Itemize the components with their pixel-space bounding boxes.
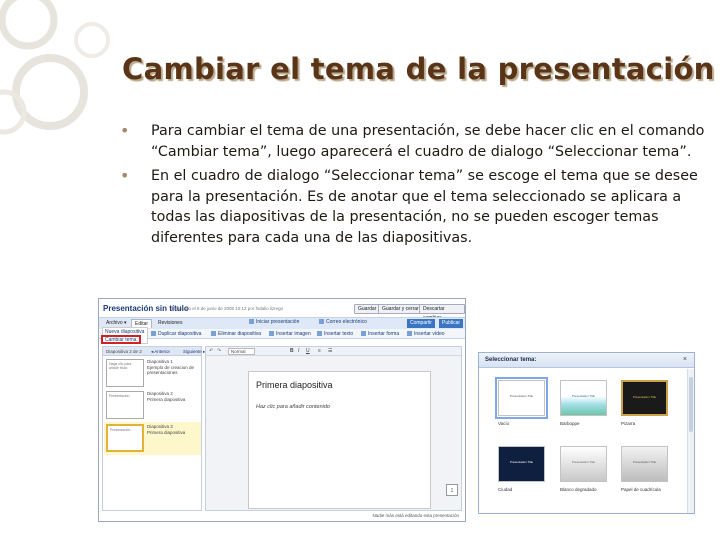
duplicate-slide-button[interactable]: Duplicar diapositiva xyxy=(151,331,201,337)
dialog-header: Seleccionar tema: × xyxy=(479,353,694,368)
insert-text-button[interactable]: Insertar texto xyxy=(317,331,353,337)
start-presentation-button[interactable]: Iniciar presentación xyxy=(249,319,299,325)
dialog-title: Seleccionar tema: xyxy=(485,357,537,363)
insert-image-button[interactable]: Insertar imagen xyxy=(269,331,311,337)
email-button[interactable]: Correo electrónico xyxy=(319,319,367,325)
publish-button[interactable]: Publicar xyxy=(439,319,464,328)
discard-changes-button[interactable]: Descartar cambios xyxy=(419,304,465,321)
slide-label: Diapositiva 1 xyxy=(147,359,173,364)
theme-name: Vacío xyxy=(498,421,510,426)
bullet-text: En el cuadro de dialogo “Seleccionar tem… xyxy=(151,168,698,246)
presentation-editor-screenshot: Presentación sin título Guardado el 8 de… xyxy=(98,298,466,522)
italic-icon[interactable]: I xyxy=(298,348,299,354)
align-icon[interactable]: ≡ xyxy=(318,348,321,354)
bullet-list: • Para cambiar el tema de una presentaci… xyxy=(118,121,718,252)
collaboration-status: Nadie más está editando esta presentació… xyxy=(372,513,459,518)
next-slide-button[interactable]: Siguiente ▸ xyxy=(183,349,205,355)
slide-caption: Ejemplo de creacion de presentaciones xyxy=(147,365,195,375)
slide-counter: Diapositiva 2 de 2 xyxy=(106,349,142,354)
slide-title: Cambiar el tema de la presentación xyxy=(122,52,715,86)
slide-thumbnail-selected[interactable]: Presentación xyxy=(106,424,144,452)
theme-name: Pizarra xyxy=(621,421,636,426)
scrollbar-thumb[interactable] xyxy=(689,377,693,432)
share-button[interactable]: Compartir xyxy=(407,319,435,328)
theme-thumbnail-text: Presentation Title xyxy=(571,460,596,464)
font-style-select[interactable]: Normal xyxy=(228,348,255,355)
list-icon[interactable]: ☰ xyxy=(328,348,332,354)
slide-caption: Primera diapositiva xyxy=(147,430,186,435)
bold-icon[interactable]: B xyxy=(290,348,294,354)
bullet-text: Para cambiar el tema de una presentación… xyxy=(151,123,705,160)
theme-thumbnail-text: Presentation Title xyxy=(632,395,657,399)
slide-canvas[interactable]: Primera diapositiva Haz clic para añadir… xyxy=(248,371,431,509)
slide-caption: Primera diapositiva xyxy=(147,397,186,402)
slide-label: Diapositiva 3 xyxy=(147,424,173,429)
redo-icon[interactable]: ↷ xyxy=(217,348,221,354)
dialog-scrollbar[interactable] xyxy=(687,369,694,513)
bullet-icon: • xyxy=(120,166,130,185)
editor-saved-status: Guardado el 8 de junio de 2008 10:12 por… xyxy=(171,306,284,311)
theme-thumbnail-text: Presentation Title xyxy=(509,460,534,464)
undo-icon[interactable]: ↶ xyxy=(209,348,213,354)
close-icon[interactable]: × xyxy=(683,356,687,363)
tab-revisions[interactable]: Revisiones xyxy=(155,319,185,328)
theme-name: Papel de cuadrícula xyxy=(621,487,661,492)
bullet-icon: • xyxy=(120,121,130,140)
slide-thumbnail-text: Presentación xyxy=(109,394,130,398)
theme-name: Blanco degradado xyxy=(560,487,597,492)
change-theme-highlight xyxy=(101,335,141,344)
save-button[interactable]: Guardar xyxy=(354,304,381,314)
bullet-item: • Para cambiar el tema de una presentaci… xyxy=(118,121,718,162)
theme-name: Ciudad xyxy=(498,487,513,492)
previous-slide-button[interactable]: ◂ Anterior xyxy=(151,349,170,355)
theme-name: Barboppe xyxy=(560,421,580,426)
theme-thumbnail-text: Presentation Title xyxy=(571,394,596,398)
slide-canvas-area: ↶ ↷ Normal B I U ≡ ☰ Primera diapositiva… xyxy=(205,346,462,511)
theme-thumbnail[interactable]: Presentation Title xyxy=(560,446,607,482)
delete-slide-button[interactable]: Eliminar diapositiva xyxy=(211,331,261,337)
slide-thumbnail[interactable]: Presentación xyxy=(106,391,144,419)
slide-label: Diapositiva 2 xyxy=(147,391,173,396)
decorative-circles xyxy=(0,0,110,135)
bullet-item: • En el cuadro de dialogo “Seleccionar t… xyxy=(118,166,718,248)
theme-thumbnail[interactable]: Presentation Title xyxy=(560,380,607,416)
theme-thumbnail-text: Presentation Title xyxy=(632,460,657,464)
slide-thumbnail-text: Presentación xyxy=(110,428,131,432)
slide-thumbnail-text: Haga clic para añadir título xyxy=(109,362,132,370)
insert-shape-button[interactable]: Insertar forma xyxy=(361,331,399,337)
theme-thumbnail[interactable]: Presentation Title xyxy=(621,446,668,482)
theme-thumbnail[interactable]: Presentation Title xyxy=(498,446,545,482)
select-theme-dialog: Seleccionar tema: × Presentation Title Va… xyxy=(478,352,695,514)
slide-canvas-title[interactable]: Primera diapositiva xyxy=(256,380,333,390)
underline-icon[interactable]: U xyxy=(306,348,310,354)
theme-thumbnail-text: Presentation Title xyxy=(509,394,534,398)
slide-list-panel: Diapositiva 2 de 2 ◂ Anterior Siguiente … xyxy=(102,346,205,511)
slide-canvas-subtitle[interactable]: Haz clic para añadir contenido xyxy=(256,404,330,410)
theme-thumbnail[interactable]: Presentation Title xyxy=(495,377,548,419)
theme-thumbnail[interactable]: Presentation Title xyxy=(621,380,668,416)
format-toolbar: ↶ ↷ Normal B I U ≡ ☰ xyxy=(206,347,461,356)
slide-thumbnail[interactable]: Haga clic para añadir título xyxy=(106,359,144,387)
speaker-notes-icon[interactable]: ↕ xyxy=(446,484,458,496)
save-close-button[interactable]: Guardar y cerrar xyxy=(378,304,423,314)
insert-video-button[interactable]: Insertar vídeo xyxy=(407,331,445,337)
